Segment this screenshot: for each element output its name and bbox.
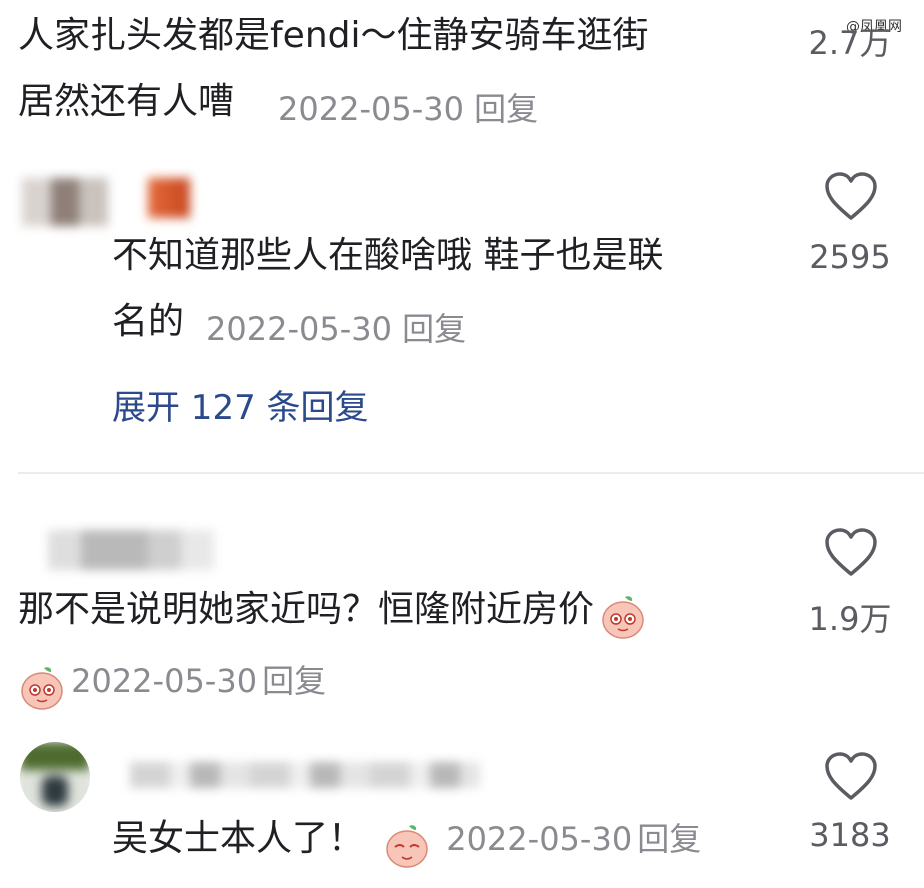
avatar[interactable] [20, 742, 90, 812]
like-count: 2.7万 [808, 24, 892, 62]
comment-date: 2022-05-30 [71, 662, 258, 700]
like-count: 3183 [809, 816, 891, 854]
comment-text-line2: 居然还有人嘈 [18, 81, 235, 122]
username-redacted[interactable] [148, 178, 190, 218]
comment-meta-row: 2022-05-30 回复 [18, 656, 326, 712]
username-redacted[interactable] [130, 762, 480, 788]
peach-emoji-icon [21, 666, 63, 710]
like-count: 1.9万 [808, 600, 892, 638]
heart-outline-icon [825, 528, 877, 576]
comment-text-row: 那不是说明她家近吗？恒隆附近房价 [18, 592, 647, 641]
reply-button[interactable]: 回复 [637, 820, 701, 858]
expand-replies-link[interactable]: 展开 127 条回复 [112, 380, 369, 429]
comment-text-line1: 人家扎头发都是fendi～住静安骑车逛街 [18, 15, 649, 56]
reply-button[interactable]: 回复 [262, 662, 326, 700]
reply-button[interactable]: 回复 [402, 310, 466, 348]
heart-outline-icon [825, 172, 877, 220]
comment-date: 2022-05-30 [206, 310, 392, 348]
comment-text: 那不是说明她家近吗？恒隆附近房价 [18, 589, 595, 630]
like-button[interactable] [824, 172, 878, 222]
comment-text-line2: 名的 [112, 301, 185, 342]
like-button[interactable] [824, 528, 878, 578]
comment-meta: 2022-05-30 回复 [278, 84, 538, 130]
comment-date: 2022-05-30 [278, 90, 464, 128]
heart-outline-icon [825, 752, 877, 800]
peach-emoji-icon [602, 595, 644, 639]
avatar[interactable] [48, 530, 214, 570]
like-button[interactable] [824, 752, 878, 802]
comment-text-row: 吴女士本人了！ 2022-05-30 回复 [112, 814, 701, 870]
reply-button[interactable]: 回复 [474, 90, 538, 128]
comment-date: 2022-05-30 [446, 820, 633, 858]
comment-meta: 2022-05-30 回复 [206, 304, 466, 350]
divider [18, 472, 924, 474]
comment-text: 吴女士本人了！ [112, 818, 365, 859]
like-count: 2595 [809, 238, 891, 276]
avatar[interactable] [22, 178, 108, 226]
comment-text-line1: 不知道那些人在酸啥哦 鞋子也是联 [112, 235, 664, 276]
peach-emoji-icon [386, 824, 428, 868]
